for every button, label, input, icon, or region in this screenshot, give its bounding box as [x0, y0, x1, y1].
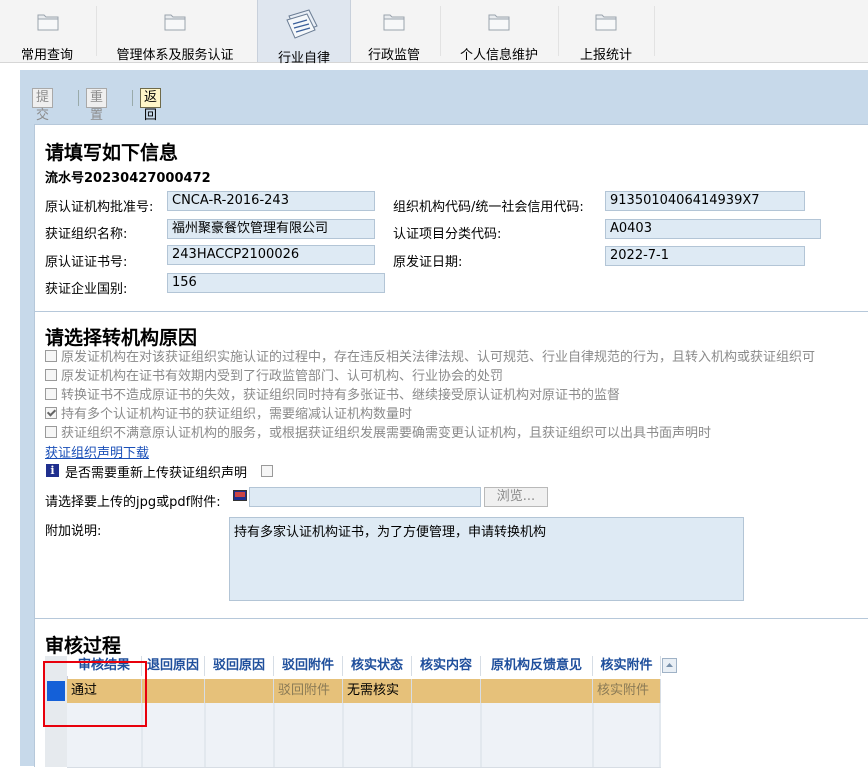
review-title: 审核过程: [45, 635, 122, 657]
reject-attachment-cell[interactable]: 驳回附件: [274, 679, 343, 703]
folder-icon: [37, 14, 59, 31]
column-header[interactable]: 核实内容: [412, 656, 481, 676]
tab-management-system-certification[interactable]: 管理体系及服务认证: [100, 0, 250, 63]
folder-icon: [488, 14, 510, 31]
reason-text: 持有多个认证机构证书的获证组织，需要缩减认证机构数量时: [61, 407, 413, 422]
toolbar-divider: [132, 90, 133, 106]
reupload-label: 是否需要重新上传获证组织声明: [65, 466, 248, 481]
orig-feedback-cell: [481, 679, 593, 703]
top-nav-bar: 常用查询 管理体系及服务认证 行业自律 行政监管 个人信息维护 上报统计: [0, 0, 868, 66]
issue-date-field[interactable]: 2022-7-1: [605, 246, 805, 266]
tab-divider: [96, 6, 97, 56]
org-code-label: 组织机构代码/统一社会信用代码:: [393, 200, 584, 215]
cert-number-label: 原认证证书号:: [45, 255, 128, 270]
reason-option-4[interactable]: 持有多个认证机构证书的获证组织，需要缩减认证机构数量时: [45, 403, 412, 422]
reason-option-3[interactable]: 转换证书不造成原证书的失效，获证组织同时持有多张证书、继续接受原认证机构对原证书…: [45, 384, 620, 403]
attachment-icon: [233, 490, 247, 501]
tab-label: 行业自律: [277, 51, 330, 66]
row-selector-column: [45, 656, 68, 767]
column-header[interactable]: 驳回附件: [274, 656, 343, 676]
tab-label: 个人信息维护: [459, 48, 538, 63]
info-icon: i: [46, 464, 59, 477]
upload-file-input[interactable]: [249, 487, 481, 507]
folder-icon: [595, 14, 617, 31]
orig-approval-label: 原认证机构批准号:: [45, 200, 154, 215]
reason-text: 原发证机构在对该获证组织实施认证的过程中，存在违反相关法律法规、认可规范、行业自…: [61, 350, 816, 365]
tab-divider: [654, 6, 655, 56]
review-panel: 审核过程 审核结果 退回原因 驳回原因 驳回附件 核实状态 核实内容 原机构反馈…: [34, 618, 868, 768]
tab-divider: [558, 6, 559, 56]
remark-label: 附加说明:: [45, 524, 102, 539]
country-label: 获证企业国别:: [45, 282, 128, 297]
org-name-label: 获证组织名称:: [45, 227, 128, 242]
review-result-cell: 通过: [67, 679, 142, 703]
country-field[interactable]: 156: [167, 273, 385, 293]
reason-panel: 请选择转机构原因 原发证机构在对该获证组织实施认证的过程中，存在违反相关法律法规…: [34, 311, 868, 619]
triangle-up-icon: [666, 663, 673, 667]
org-name-field[interactable]: 福州聚豪餐饮管理有限公司: [167, 219, 375, 239]
tab-divider: [440, 6, 441, 56]
checkbox[interactable]: [45, 426, 57, 438]
tab-label: 上报统计: [579, 48, 632, 63]
tab-label: 常用查询: [20, 48, 73, 63]
column-header[interactable]: 审核结果: [67, 656, 142, 676]
toolbar-divider: [78, 90, 79, 106]
tab-label: 管理体系及服务认证: [116, 48, 234, 63]
column-header[interactable]: 退回原因: [142, 656, 205, 676]
reupload-checkbox[interactable]: [261, 465, 273, 477]
tab-administrative-supervision[interactable]: 行政监管: [355, 0, 433, 63]
return-reason-cell: [142, 679, 205, 703]
tab-report-statistics[interactable]: 上报统计: [564, 0, 648, 63]
documents-icon: [286, 9, 318, 39]
table-row[interactable]: 通过 驳回附件 无需核实 核实附件: [67, 679, 661, 703]
row-selected-marker[interactable]: [47, 681, 65, 701]
scroll-up-button[interactable]: [662, 658, 677, 673]
info-panel: 请填写如下信息 流水号20230427000472 原认证机构批准号: CNCA…: [34, 124, 868, 312]
submit-button[interactable]: 提交: [32, 88, 54, 123]
category-code-field[interactable]: A0403: [605, 219, 821, 239]
checkbox[interactable]: [45, 350, 57, 362]
checkbox-checked[interactable]: [45, 407, 57, 419]
reason-text: 转换证书不造成原证书的失效，获证组织同时持有多张证书、继续接受原认证机构对原证书…: [61, 388, 621, 403]
cert-number-field[interactable]: 243HACCP2100026: [167, 245, 375, 265]
back-button[interactable]: 返回: [140, 88, 162, 123]
column-header[interactable]: 核实状态: [343, 656, 412, 676]
reason-text: 获证组织不满意原认证机构的服务，或根据获证组织发展需要确需变更认证机构，且获证组…: [61, 426, 712, 441]
folder-icon: [164, 14, 186, 31]
issue-date-label: 原发证日期:: [393, 255, 463, 270]
reset-button[interactable]: 重置: [86, 88, 108, 123]
tab-industry-self-discipline[interactable]: 行业自律: [257, 0, 351, 66]
verify-attachment-cell[interactable]: 核实附件: [593, 679, 661, 703]
reason-option-2[interactable]: 原发证机构在证书有效期内受到了行政监管部门、认可机构、行业协会的处罚: [45, 365, 503, 384]
declaration-download-link[interactable]: 获证组织声明下载: [45, 442, 149, 461]
reason-option-5[interactable]: 获证组织不满意原认证机构的服务，或根据获证组织发展需要确需变更认证机构，且获证组…: [45, 422, 711, 441]
column-header[interactable]: 原机构反馈意见: [481, 656, 593, 676]
checkbox[interactable]: [45, 369, 57, 381]
remark-textarea[interactable]: 持有多家认证机构证书，为了方便管理，申请转换机构: [229, 517, 744, 601]
reason-option-1[interactable]: 原发证机构在对该获证组织实施认证的过程中，存在违反相关法律法规、认可规范、行业自…: [45, 346, 815, 365]
column-header[interactable]: 核实附件: [593, 656, 661, 676]
verify-content-cell: [412, 679, 481, 703]
reason-text: 原发证机构在证书有效期内受到了行政监管部门、认可机构、行业协会的处罚: [61, 369, 504, 384]
column-header[interactable]: 驳回原因: [205, 656, 274, 676]
upload-label: 请选择要上传的jpg或pdf附件:: [45, 495, 221, 510]
info-title: 请填写如下信息: [45, 142, 179, 164]
verify-status-cell: 无需核实: [343, 679, 412, 703]
folder-icon: [383, 14, 405, 31]
tab-personal-info[interactable]: 个人信息维护: [446, 0, 552, 63]
reject-reason-cell: [205, 679, 274, 703]
serial-number: 流水号20230427000472: [45, 171, 211, 186]
grid-lines: [141, 703, 661, 767]
orig-approval-field[interactable]: CNCA-R-2016-243: [167, 191, 375, 211]
tab-common-query[interactable]: 常用查询: [10, 0, 84, 63]
org-code-field[interactable]: 9135010406414939X7: [605, 191, 805, 211]
tab-label: 行政监管: [367, 48, 420, 63]
browse-button[interactable]: 浏览...: [484, 487, 548, 507]
category-code-label: 认证项目分类代码:: [393, 227, 502, 242]
checkbox[interactable]: [45, 388, 57, 400]
